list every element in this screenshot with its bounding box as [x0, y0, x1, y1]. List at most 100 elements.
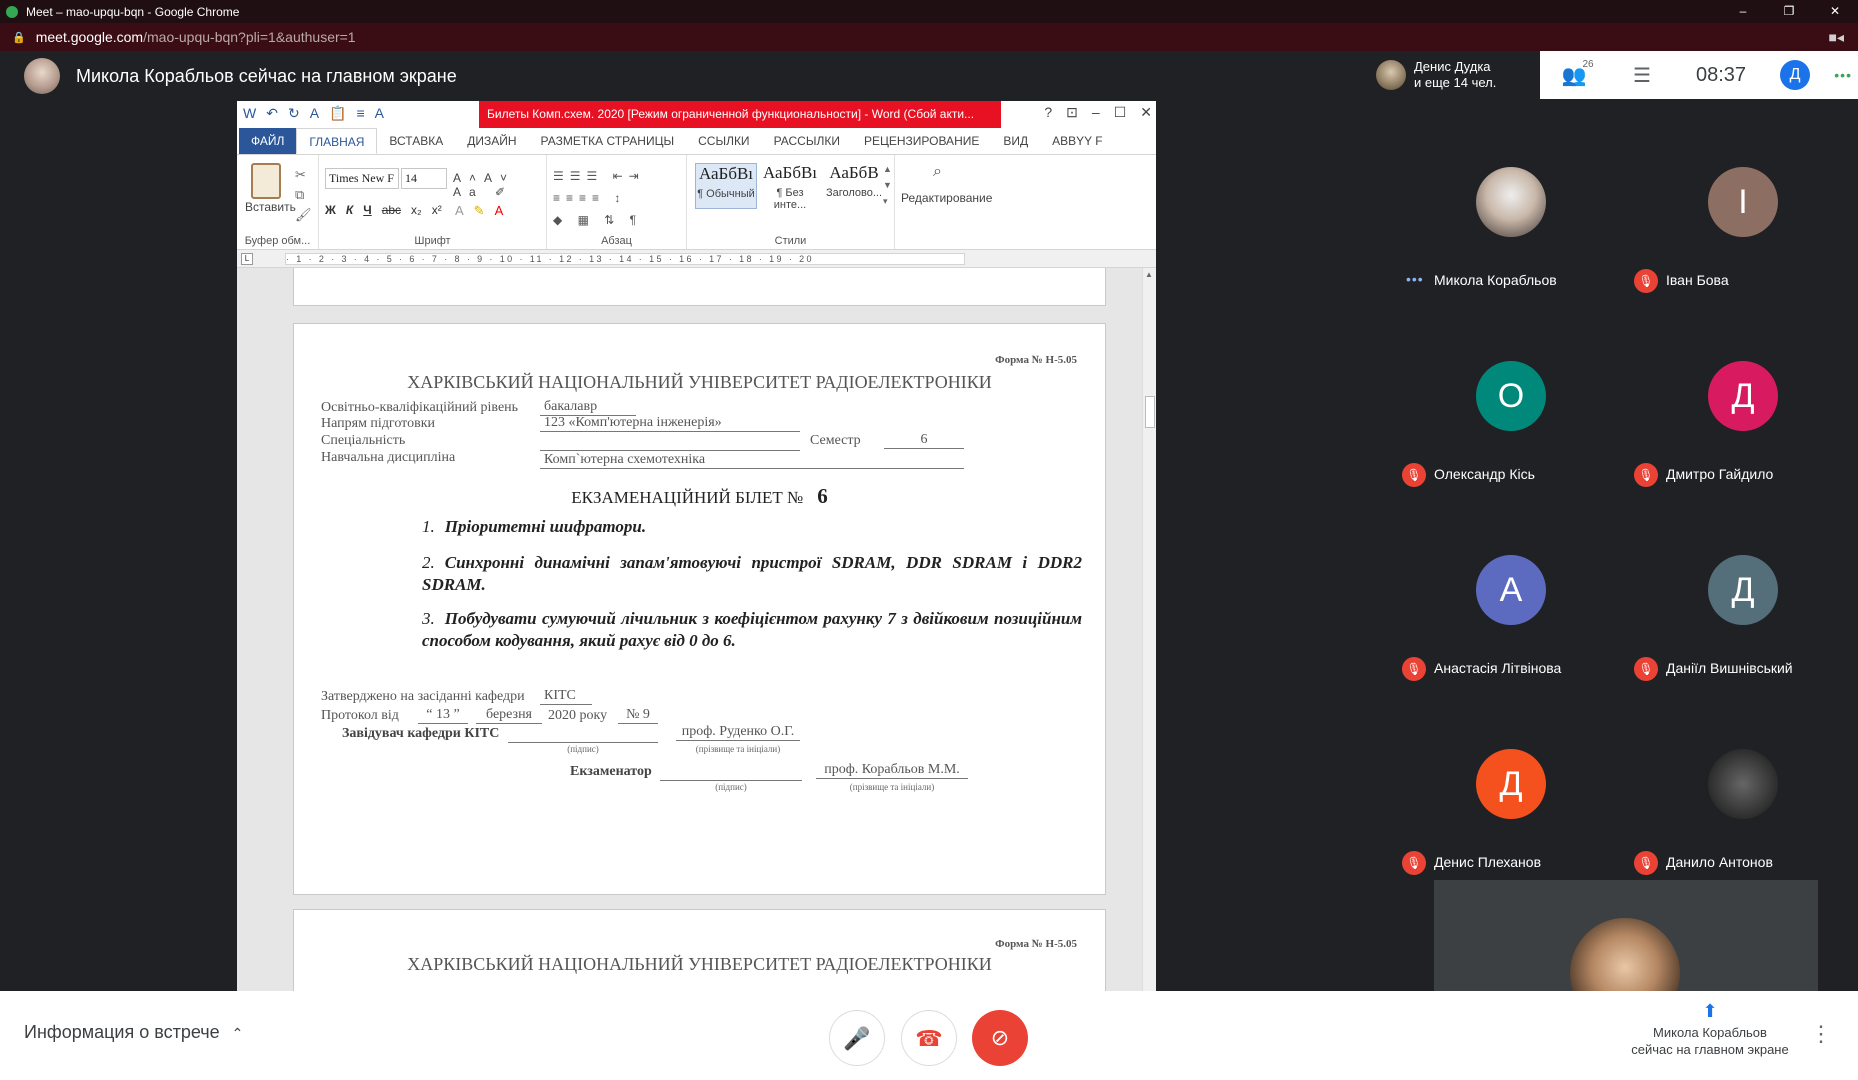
- chat-button[interactable]: ☰: [1608, 63, 1676, 88]
- participant-tile[interactable]: 🎙 Данило Антонов: [1626, 687, 1858, 881]
- italic-button[interactable]: К: [346, 203, 353, 217]
- minimize-button[interactable]: –: [1720, 0, 1766, 23]
- participant-tile[interactable]: Д 🎙 Денис Плеханов: [1394, 687, 1626, 881]
- more-options-icon[interactable]: ⋮: [1810, 1021, 1832, 1047]
- question-2-text: Синхронні динамічні запам'ятовуючі прист…: [422, 553, 1082, 594]
- text-effects-icons[interactable]: A✎A: [455, 203, 513, 219]
- tab-stop-selector[interactable]: L: [241, 253, 253, 265]
- tab-references[interactable]: ССЫЛКИ: [686, 128, 761, 154]
- self-avatar[interactable]: Д: [1780, 60, 1810, 90]
- level-label: Освітньо-кваліфікаційний рівень: [321, 400, 519, 415]
- undo-icon[interactable]: ↶: [266, 105, 278, 122]
- participant-tile[interactable]: А 🎙 Анастасія Літвінова: [1394, 493, 1626, 687]
- camera-indicator-icon[interactable]: ■◂: [1829, 29, 1844, 46]
- pinned-avatar: [1376, 60, 1406, 90]
- editing-button[interactable]: Редактирование: [901, 191, 992, 205]
- tab-home[interactable]: ГЛАВНАЯ: [296, 128, 378, 154]
- strikethrough-button[interactable]: abc: [382, 203, 401, 217]
- close-window-button[interactable]: ✕: [1812, 0, 1858, 23]
- mic-off-icon: 🎙: [1402, 657, 1426, 681]
- style-heading[interactable]: АаБбВ Заголово...: [823, 163, 885, 209]
- paste-big-icon[interactable]: [251, 163, 281, 199]
- examiner-sign-caption: (підпис): [715, 782, 747, 792]
- style-no-spacing[interactable]: АаБбВı ¶ Без инте...: [759, 163, 821, 211]
- tab-file[interactable]: ФАЙЛ: [239, 128, 297, 154]
- ticket-heading: ЕКЗАМЕНАЦІЙНИЙ БІЛЕТ № 6: [294, 484, 1105, 509]
- font-color-icon[interactable]: A: [310, 105, 319, 122]
- tab-mailings[interactable]: РАССЫЛКИ: [762, 128, 852, 154]
- ribbon-display-button[interactable]: ⊡: [1066, 104, 1078, 121]
- group-clipboard-label: Буфер обм...: [244, 235, 311, 247]
- address-bar[interactable]: 🔒 meet.google.com/mao-upqu-bqn?pli=1&aut…: [0, 23, 1858, 51]
- question-1: 1. Пріоритетні шифратори.: [422, 516, 1082, 538]
- cut-copy-icons[interactable]: ✂ ⧉ 🖌: [295, 165, 312, 225]
- url-host: meet.google.com: [35, 29, 144, 45]
- protocol-month: березня: [476, 707, 542, 724]
- styles-scroll-icon[interactable]: ▲ ▼ ▾: [883, 161, 892, 209]
- paste-icon[interactable]: 📋: [329, 105, 346, 122]
- ticket-number: 6: [817, 484, 828, 508]
- leave-call-button[interactable]: ☎: [901, 1010, 957, 1066]
- help-button[interactable]: ?: [1044, 104, 1052, 121]
- mic-off-icon: 🎙: [1634, 851, 1658, 875]
- style-normal[interactable]: АаБбВı ¶ Обычный: [695, 163, 757, 209]
- tab-view[interactable]: ВИД: [991, 128, 1040, 154]
- word-close-button[interactable]: ✕: [1140, 104, 1152, 121]
- url-text[interactable]: meet.google.com/mao-upqu-bqn?pli=1&authu…: [36, 29, 356, 45]
- camera-button[interactable]: ⊘: [972, 1010, 1028, 1066]
- paste-button[interactable]: Вставить: [245, 200, 296, 214]
- word-minimize-button[interactable]: –: [1092, 104, 1100, 121]
- styles-icon[interactable]: A: [375, 105, 384, 122]
- font-size-select[interactable]: 14: [401, 168, 447, 189]
- restore-button[interactable]: ❐: [1766, 0, 1812, 23]
- scroll-thumb[interactable]: [1145, 396, 1155, 428]
- subscript-button[interactable]: x₂: [411, 203, 422, 217]
- ticket-label: ЕКЗАМЕНАЦІЙНИЙ БІЛЕТ №: [571, 488, 804, 507]
- word-maximize-button[interactable]: ☐: [1114, 104, 1127, 121]
- ruler-ticks: · 1 · 2 · 3 · 4 · 5 · 6 · 7 · 8 · 9 · 10…: [286, 254, 814, 264]
- self-video-tile[interactable]: [1434, 880, 1818, 992]
- ribbon-tabs: ФАЙЛ ГЛАВНАЯ ВСТАВКА ДИЗАЙН РАЗМЕТКА СТР…: [237, 128, 1156, 154]
- shared-screen-word-window: W ↶ ↻ A 📋 ≡ A Билеты Комп.схем. 2020 [Ре…: [237, 101, 1156, 991]
- tab-review[interactable]: РЕЦЕНЗИРОВАНИЕ: [852, 128, 991, 154]
- ruler-scale[interactable]: · 1 · 2 · 3 · 4 · 5 · 6 · 7 · 8 · 9 · 10…: [285, 253, 965, 265]
- redo-icon[interactable]: ↻: [288, 105, 300, 122]
- mic-off-icon: 🎙: [1402, 463, 1426, 487]
- people-button[interactable]: 👥 26: [1540, 59, 1608, 88]
- participant-tile[interactable]: ••• Микола Корабльов: [1394, 105, 1626, 299]
- superscript-button[interactable]: x²: [432, 203, 442, 217]
- binoculars-icon[interactable]: ⌕: [933, 163, 942, 181]
- participant-tile[interactable]: Д 🎙 Даніїл Вишнівський: [1626, 493, 1858, 687]
- pinned-participant[interactable]: Денис Дудка и еще 14 чел.: [1370, 51, 1540, 99]
- vertical-scrollbar[interactable]: ▲: [1142, 268, 1156, 991]
- participant-name: Микола Корабльов: [1434, 272, 1557, 288]
- participant-tile[interactable]: І 🎙 Іван Бова: [1626, 105, 1858, 299]
- underline-button[interactable]: Ч: [363, 203, 371, 217]
- next-university-name: ХАРКІВСЬКИЙ НАЦІОНАЛЬНИЙ УНІВЕРСИТЕТ РАД…: [407, 954, 992, 974]
- font-name-select[interactable]: Times New F: [325, 168, 399, 189]
- tab-design[interactable]: ДИЗАЙН: [455, 128, 528, 154]
- examiner-label: Екзаменатор: [570, 764, 652, 779]
- tab-insert[interactable]: ВСТАВКА: [377, 128, 455, 154]
- participant-name: Дмитро Гайдило: [1666, 466, 1774, 482]
- examiner-name-caption: (прізвище та ініціали): [849, 782, 935, 792]
- participant-tile[interactable]: О 🎙 Олександр Кісь: [1394, 299, 1626, 493]
- presenting-status[interactable]: ⬆ Микола Корабльов сейчас на главном экр…: [1620, 1002, 1800, 1058]
- font-grow-shrink-icons[interactable]: A˄A˅ Aa ✐: [453, 171, 546, 199]
- participant-tile[interactable]: Д 🎙 Дмитро Гайдило: [1626, 299, 1858, 493]
- align-icon[interactable]: ≡: [356, 105, 364, 122]
- bold-button[interactable]: Ж: [325, 203, 336, 217]
- tab-abbyy[interactable]: ABBYY F: [1040, 128, 1114, 154]
- paragraph-icons[interactable]: ☰☰☰ ⇤⇥ ≡≡≡≡ ↕ ◆ ▦ ⇅ ¶: [553, 165, 645, 231]
- participant-name: Даніїл Вишнівський: [1666, 660, 1793, 676]
- group-editing: ⌕ Редактирование: [895, 155, 992, 249]
- document-area[interactable]: Форма № Н-5.05 ХАРКІВСЬКИЙ НАЦІОНАЛЬНИЙ …: [237, 268, 1142, 991]
- participants-grid: ••• Микола Корабльов І 🎙 Іван Бова О 🎙 О…: [1394, 105, 1858, 880]
- tab-layout[interactable]: РАЗМЕТКА СТРАНИЦЫ: [529, 128, 687, 154]
- pinned-name: Денис Дудка: [1414, 59, 1491, 74]
- meeting-info-button[interactable]: Информация о встрече ⌃: [24, 1022, 243, 1043]
- microphone-button[interactable]: 🎤: [829, 1010, 885, 1066]
- head-sign-line: [508, 724, 658, 743]
- approved-dept: КІТС: [540, 688, 592, 705]
- scroll-up-icon[interactable]: ▲: [1145, 270, 1153, 279]
